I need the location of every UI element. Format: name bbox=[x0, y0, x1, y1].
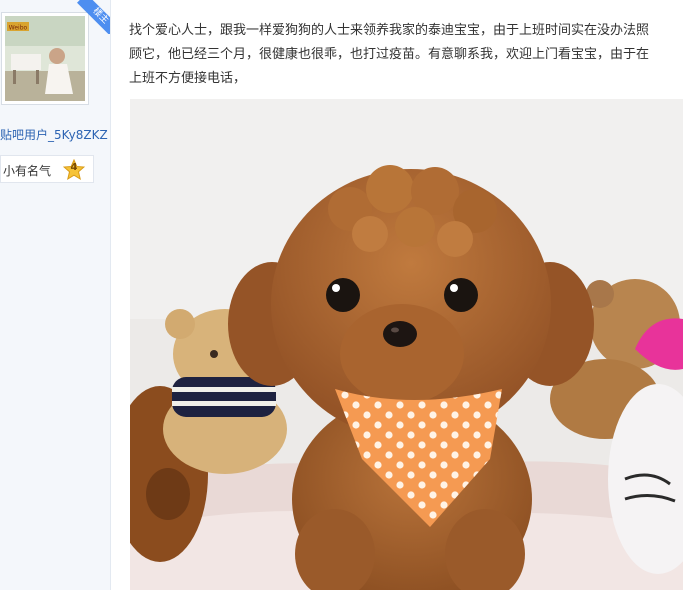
avatar-caption: Weibo bbox=[9, 25, 28, 32]
author-sidebar: Weibo 楼主 贴吧用户_5Ky8ZKZ 小有名气 4 bbox=[0, 0, 111, 590]
puppy-photo bbox=[130, 99, 683, 590]
post-content: 找个爱心人士，跟我一样爱狗狗的人士来领养我家的泰迪宝宝，由于上班时间实在没办法照… bbox=[129, 19, 683, 91]
level-title: 小有名气 bbox=[3, 164, 52, 178]
author-level[interactable]: 小有名气 4 bbox=[0, 155, 94, 183]
post-image[interactable] bbox=[130, 99, 683, 590]
original-poster-ribbon: 楼主 bbox=[76, 0, 110, 34]
post-line: 上班不方便接电话， bbox=[129, 71, 247, 86]
original-poster-badge: 楼主 bbox=[77, 0, 110, 34]
level-number: 4 bbox=[70, 162, 78, 173]
level-star-icon: 4 bbox=[62, 158, 86, 181]
avatar-photo: Weibo bbox=[5, 16, 85, 101]
author-username[interactable]: 贴吧用户_5Ky8ZKZ bbox=[0, 126, 108, 143]
post-container: Weibo 楼主 贴吧用户_5Ky8ZKZ 小有名气 4 找个爱心人士，跟我一样… bbox=[0, 0, 683, 590]
post-line: 顾它，他已经三个月，很健康也很乖，也打过疫苗。有意聊系我，欢迎上门看宝宝，由于在 bbox=[129, 47, 650, 62]
post-line: 找个爱心人士，跟我一样爱狗狗的人士来领养我家的泰迪宝宝，由于上班时间实在没办法照 bbox=[129, 23, 650, 38]
